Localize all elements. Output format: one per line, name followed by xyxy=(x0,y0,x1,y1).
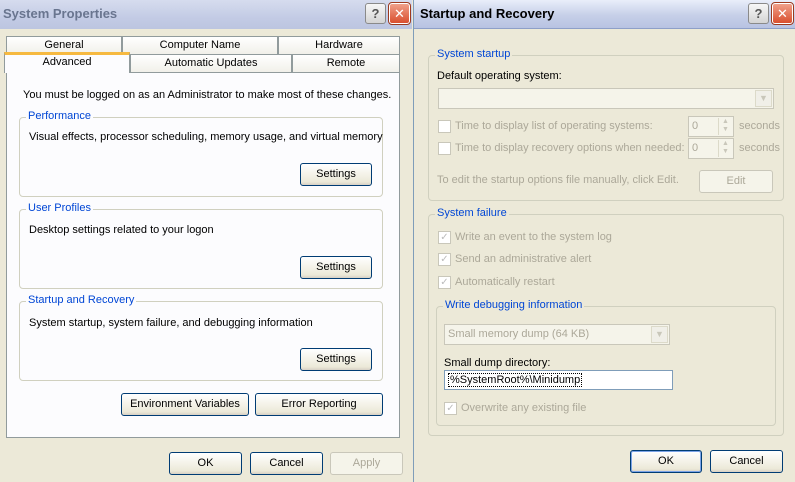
help-button[interactable]: ? xyxy=(365,3,386,24)
overwrite-checkbox[interactable]: ✓ xyxy=(444,402,457,415)
help-icon: ? xyxy=(754,6,763,21)
close-icon: ✕ xyxy=(394,5,405,21)
window-title: Startup and Recovery xyxy=(420,6,555,21)
user-profiles-group: User Profiles Desktop settings related t… xyxy=(19,202,383,289)
close-button[interactable]: ✕ xyxy=(388,2,411,25)
cancel-button[interactable]: Cancel xyxy=(710,450,783,473)
check-icon: ✓ xyxy=(446,403,455,414)
advanced-tab-panel: You must be logged on as an Administrato… xyxy=(6,72,400,438)
performance-group: Performance Visual effects, processor sc… xyxy=(19,110,383,197)
startup-recovery-legend: Startup and Recovery xyxy=(26,294,137,306)
seconds-unit: seconds xyxy=(739,120,780,132)
default-os-label: Default operating system: xyxy=(437,70,562,82)
time-list-value: 0 xyxy=(692,120,699,132)
dump-dir-value: %SystemRoot%\Minidump xyxy=(448,373,583,387)
dump-type-select[interactable]: Small memory dump (64 KB) ▼ xyxy=(444,324,670,345)
tab-advanced[interactable]: Advanced xyxy=(4,52,130,73)
edit-hint: To edit the startup options file manuall… xyxy=(437,174,679,186)
tab-remote[interactable]: Remote xyxy=(292,54,400,73)
default-os-select[interactable]: ▼ xyxy=(438,88,774,109)
send-alert-label: Send an administrative alert xyxy=(455,253,592,265)
environment-variables-button[interactable]: Environment Variables xyxy=(121,393,249,416)
system-startup-legend: System startup xyxy=(435,48,513,60)
startup-recovery-group: Startup and Recovery System startup, sys… xyxy=(19,294,383,381)
edit-button[interactable]: Edit xyxy=(699,170,773,193)
user-profiles-desc: Desktop settings related to your logon xyxy=(29,224,214,236)
time-recovery-checkbox[interactable] xyxy=(438,142,451,155)
startup-recovery-settings-button[interactable]: Settings xyxy=(300,348,372,371)
time-recovery-stepper[interactable]: 0 ▲ ▼ xyxy=(688,138,734,159)
system-failure-group: System failure ✓ Write an event to the s… xyxy=(428,207,784,436)
cancel-button[interactable]: Cancel xyxy=(250,452,323,475)
spin-buttons[interactable]: ▲ ▼ xyxy=(718,118,732,135)
window-title: System Properties xyxy=(3,6,118,21)
startup-recovery-window: Startup and Recovery ? ✕ System startup … xyxy=(413,0,795,482)
time-list-label: Time to display list of operating system… xyxy=(455,120,653,132)
startup-recovery-titlebar[interactable]: Startup and Recovery ? ✕ xyxy=(414,0,795,29)
system-failure-legend: System failure xyxy=(435,207,509,219)
system-startup-group: System startup Default operating system:… xyxy=(428,48,784,201)
auto-restart-label: Automatically restart xyxy=(455,276,555,288)
spin-up-icon[interactable]: ▲ xyxy=(719,118,732,126)
auto-restart-checkbox[interactable]: ✓ xyxy=(438,276,451,289)
tab-automatic-updates[interactable]: Automatic Updates xyxy=(130,54,292,73)
write-event-checkbox[interactable]: ✓ xyxy=(438,231,451,244)
performance-settings-button[interactable]: Settings xyxy=(300,163,372,186)
tab-hardware[interactable]: Hardware xyxy=(278,36,400,55)
ok-button[interactable]: OK xyxy=(630,450,702,473)
spin-down-icon[interactable]: ▼ xyxy=(719,148,732,156)
dump-dir-input[interactable]: %SystemRoot%\Minidump xyxy=(444,370,673,390)
user-profiles-legend: User Profiles xyxy=(26,202,93,214)
check-icon: ✓ xyxy=(440,232,449,243)
time-recovery-label: Time to display recovery options when ne… xyxy=(455,142,685,154)
ok-button[interactable]: OK xyxy=(169,452,242,475)
seconds-unit: seconds xyxy=(739,142,780,154)
close-button[interactable]: ✕ xyxy=(771,2,794,25)
debugging-legend: Write debugging information xyxy=(443,299,585,311)
performance-desc: Visual effects, processor scheduling, me… xyxy=(29,131,383,143)
debugging-group: Write debugging information Small memory… xyxy=(436,299,776,426)
chevron-down-icon[interactable]: ▼ xyxy=(651,326,668,343)
startup-recovery-desc: System startup, system failure, and debu… xyxy=(29,317,313,329)
performance-legend: Performance xyxy=(26,110,93,122)
time-list-checkbox[interactable] xyxy=(438,120,451,133)
time-list-stepper[interactable]: 0 ▲ ▼ xyxy=(688,116,734,137)
close-icon: ✕ xyxy=(777,5,788,21)
dump-dir-label: Small dump directory: xyxy=(444,357,551,369)
send-alert-checkbox[interactable]: ✓ xyxy=(438,253,451,266)
check-icon: ✓ xyxy=(440,254,449,265)
write-event-label: Write an event to the system log xyxy=(455,231,612,243)
spin-buttons[interactable]: ▲ ▼ xyxy=(718,140,732,157)
apply-button[interactable]: Apply xyxy=(330,452,403,475)
user-profiles-settings-button[interactable]: Settings xyxy=(300,256,372,279)
chevron-down-icon[interactable]: ▼ xyxy=(755,90,772,107)
system-properties-titlebar[interactable]: System Properties ? ✕ xyxy=(0,0,412,29)
admin-notice: You must be logged on as an Administrato… xyxy=(23,89,392,101)
spin-down-icon[interactable]: ▼ xyxy=(719,126,732,134)
error-reporting-button[interactable]: Error Reporting xyxy=(255,393,383,416)
help-icon: ? xyxy=(371,6,380,21)
system-properties-window: System Properties ? ✕ General Computer N… xyxy=(0,0,412,482)
time-recovery-value: 0 xyxy=(692,142,699,154)
overwrite-label: Overwrite any existing file xyxy=(461,402,587,414)
dump-type-value: Small memory dump (64 KB) xyxy=(448,328,590,340)
tab-computer-name[interactable]: Computer Name xyxy=(122,36,278,55)
spin-up-icon[interactable]: ▲ xyxy=(719,140,732,148)
help-button[interactable]: ? xyxy=(748,3,769,24)
check-icon: ✓ xyxy=(440,277,449,288)
